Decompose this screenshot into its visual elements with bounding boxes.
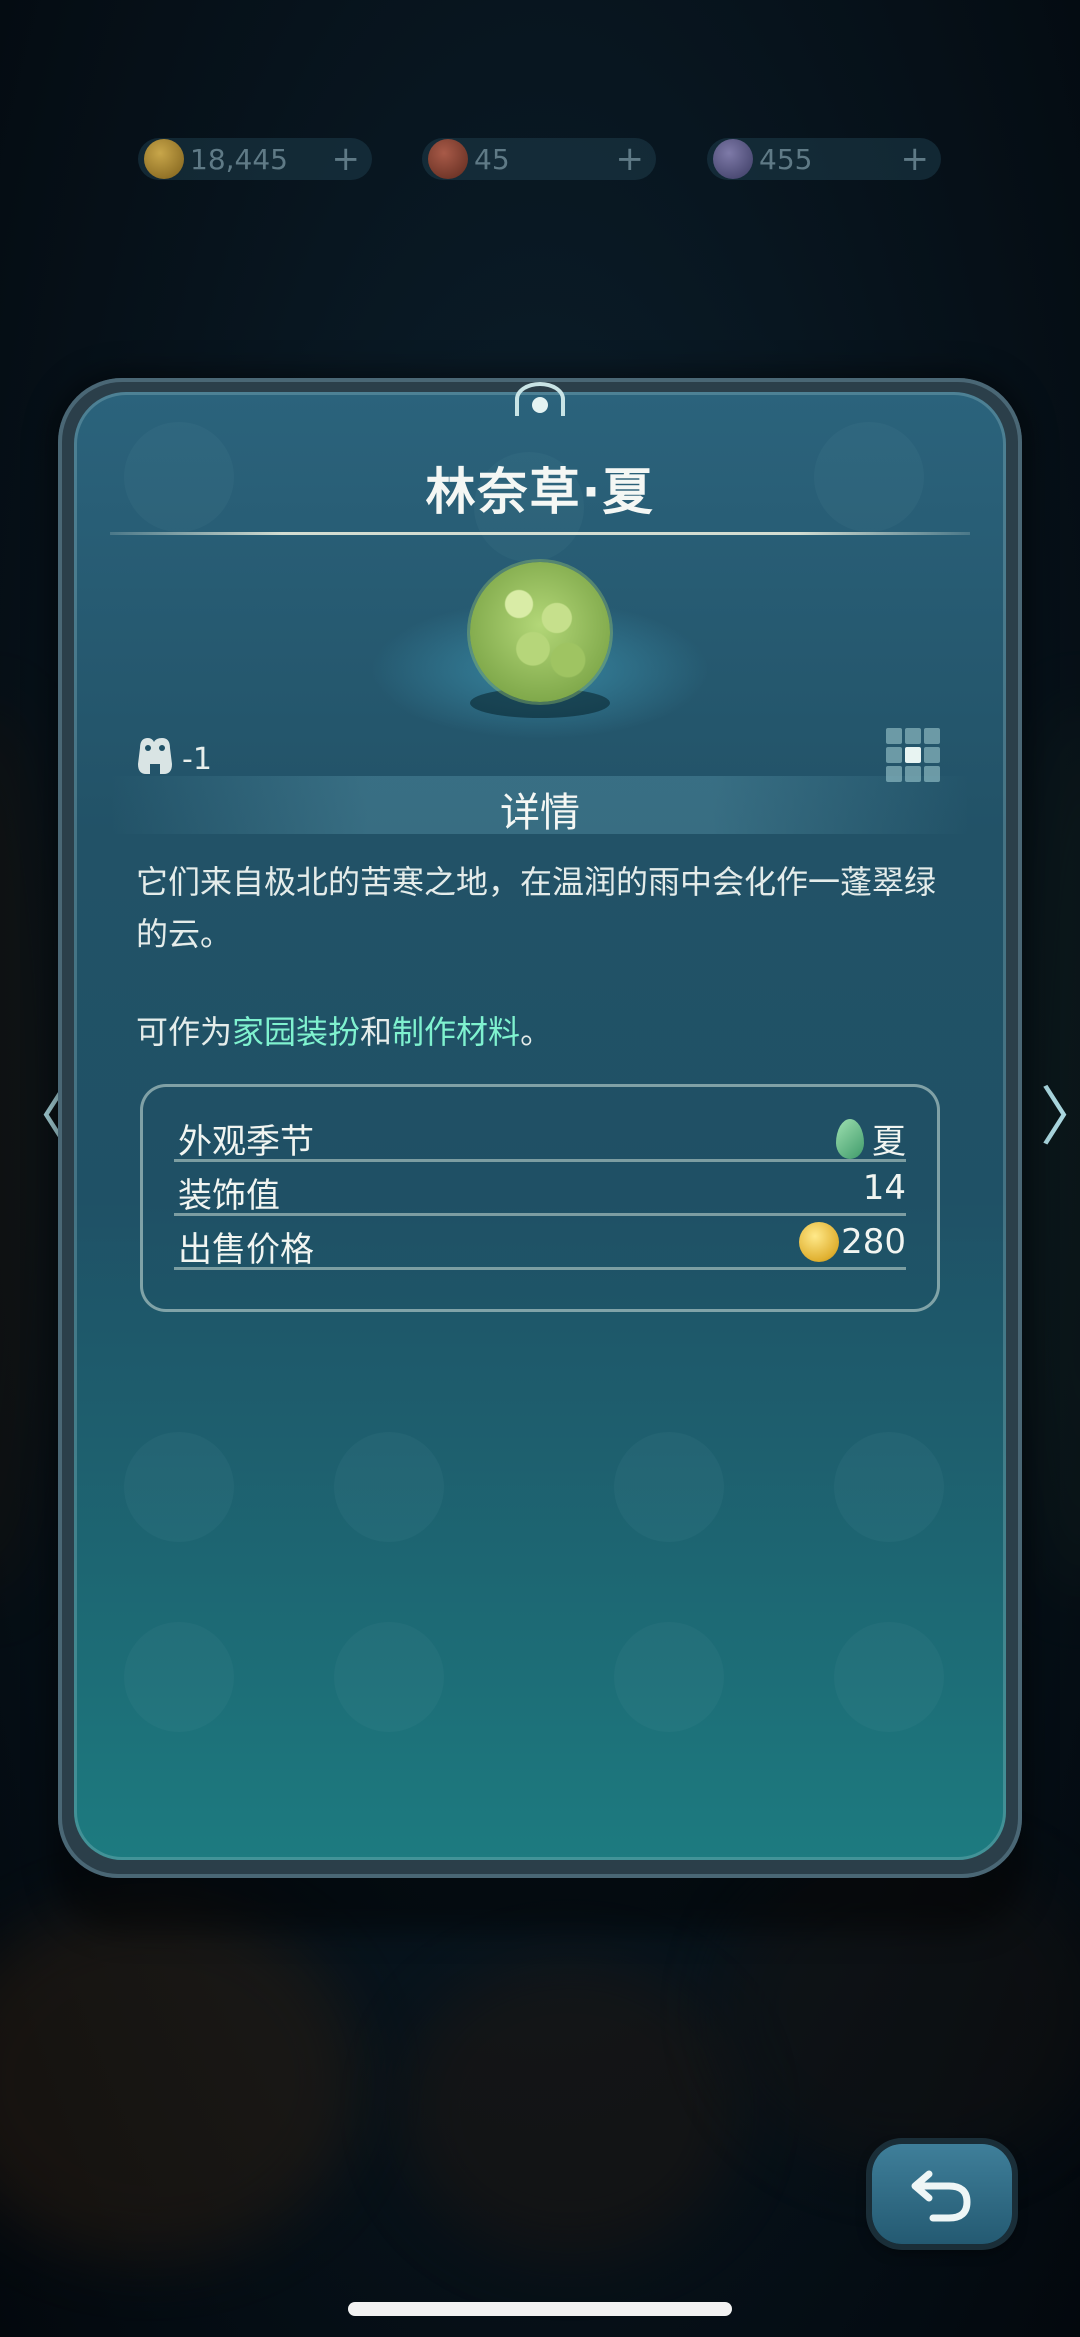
background-item-slot [124,1622,234,1732]
coin-icon [144,139,184,179]
decoration-label: 装饰值 [178,1176,280,1216]
background-item-slot [334,1432,444,1542]
item-uses: 可作为家园装扮和制作材料。 [136,1006,956,1058]
background-item-slot [834,1622,944,1732]
home-indicator[interactable] [348,2302,732,2316]
background-decoration [0,1900,360,2260]
linnaea-grass-icon [470,562,610,702]
moon-icon [713,139,753,179]
price-value-wrap: 280 [799,1222,906,1262]
uses-suffix: 。 [520,1013,553,1051]
add-coin-button[interactable]: + [332,142,361,176]
ornament-dot [532,397,548,413]
coin-icon [799,1222,840,1262]
decoration-value: 14 [862,1168,906,1208]
uses-middle: 和 [360,1013,393,1051]
currency-moon-value: 455 [759,142,813,176]
season-value-wrap: 夏 [836,1114,906,1163]
info-row-price: 出售价格 280 [174,1218,906,1270]
background-item-slot [614,1622,724,1732]
game-screen: 18,445 + 45 + 455 + 〈 〉 林奈草·夏 [0,0,1080,2337]
season-label: 外观季节 [178,1122,314,1162]
home-decoration-link[interactable]: 家园装扮 [232,1013,360,1051]
item-title: 林奈草·夏 [425,463,655,521]
decoration-value-wrap: 14 [863,1168,906,1208]
background-item-slot [124,1432,234,1542]
background-item-slot [334,1622,444,1732]
crafting-material-link[interactable]: 制作材料 [392,1013,520,1051]
seed-icon [428,139,468,179]
uses-prefix: 可作为 [136,1013,233,1051]
season-value: 夏 [872,1122,906,1162]
next-item-arrow[interactable]: 〉 [1040,1085,1080,1151]
price-label: 出售价格 [178,1230,314,1270]
item-description: 它们来自极北的苦寒之地，在温润的雨中会化作一蓬翠绿的云。 [136,863,937,953]
details-heading: 详情 [500,790,580,836]
row-divider [174,1159,906,1162]
currency-seed-value: 45 [474,142,510,176]
background-decoration [400,1960,740,2260]
footprint-grid-icon[interactable] [886,728,940,782]
info-row-season: 外观季节 夏 [174,1110,906,1162]
frog-capacity-icon [138,738,172,774]
currency-coin-value: 18,445 [190,142,288,176]
price-value: 280 [841,1222,906,1262]
background-item-slot [834,1432,944,1542]
back-button[interactable] [872,2144,1012,2244]
currency-coin: 18,445 + [138,138,372,180]
divider [110,532,970,535]
info-row-decoration: 装饰值 14 [174,1164,906,1216]
background-item-slot [614,1432,724,1542]
previous-item-arrow[interactable]: 〈 [6,1085,70,1151]
leaf-icon [836,1118,864,1159]
add-moon-button[interactable]: + [901,142,930,176]
row-divider [174,1267,906,1270]
row-divider [174,1213,906,1216]
currency-seed: 45 + [422,138,656,180]
capacity-value: -1 [182,742,212,777]
add-seed-button[interactable]: + [616,142,645,176]
currency-moon: 455 + [707,138,941,180]
return-arrow-icon [911,2170,971,2222]
